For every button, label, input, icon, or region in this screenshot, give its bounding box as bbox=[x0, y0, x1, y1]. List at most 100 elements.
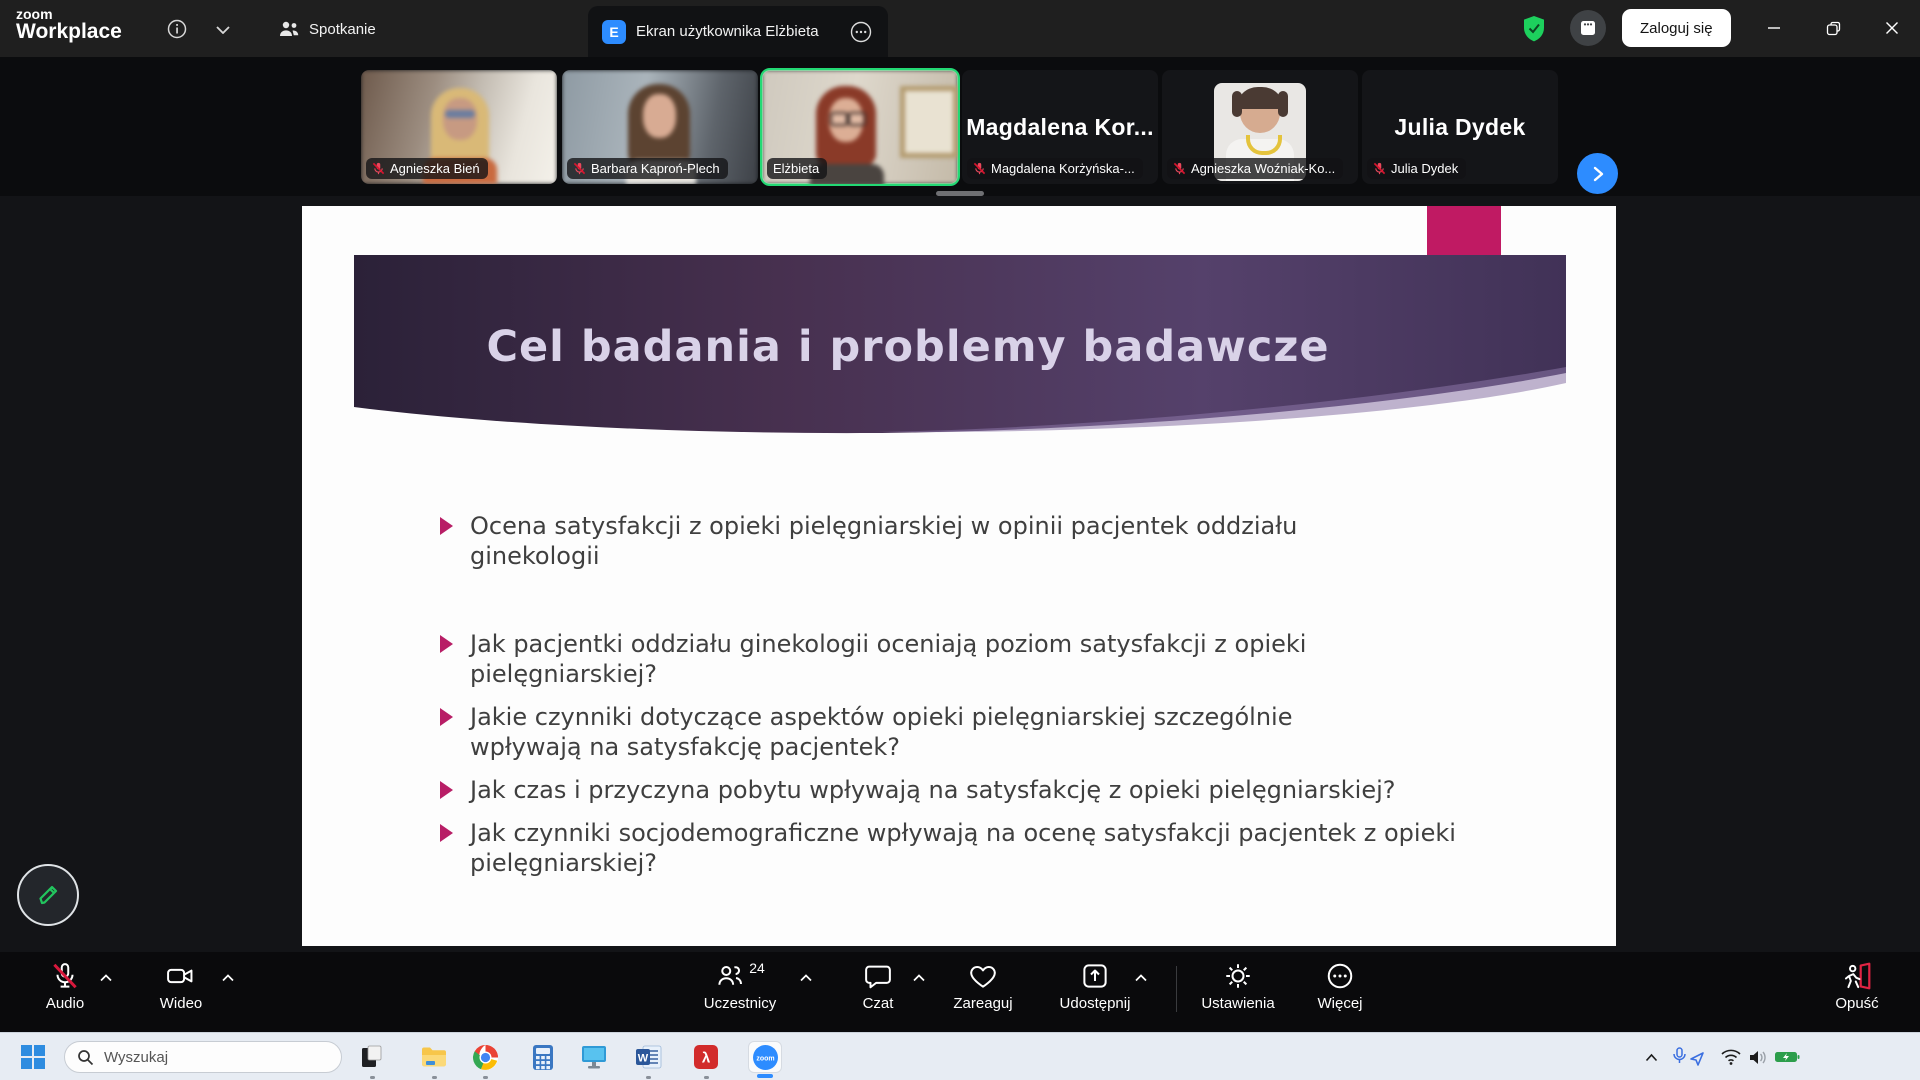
slide-bullet: Jak pacjentki oddziału ginekologii oceni… bbox=[440, 629, 1500, 689]
mic-muted-icon bbox=[973, 162, 986, 175]
video-button[interactable]: Wideo bbox=[133, 958, 229, 1024]
share-options-chevron[interactable] bbox=[1133, 970, 1149, 986]
leave-meeting-icon bbox=[1841, 958, 1873, 994]
more-button[interactable]: Więcej bbox=[1292, 958, 1388, 1024]
slide-bullet: Ocena satysfakcji z opieki pielęgniarski… bbox=[440, 511, 1500, 571]
picture-frame bbox=[900, 86, 958, 158]
battery-icon[interactable] bbox=[1770, 1041, 1804, 1073]
audio-button[interactable]: Audio bbox=[17, 958, 113, 1024]
file-explorer-icon[interactable] bbox=[417, 1041, 451, 1073]
settings-button[interactable]: Ustawienia bbox=[1190, 958, 1286, 1024]
slide-bullet: Jak czas i przyczyna pobytu wpływają na … bbox=[440, 775, 1500, 805]
zoom-app-icon[interactable]: zoom bbox=[748, 1041, 782, 1073]
bullet-triangle-icon bbox=[440, 781, 453, 799]
mic-muted-icon bbox=[1373, 162, 1386, 175]
participant-name: Barbara Kaproń-Plech bbox=[591, 161, 720, 176]
participant-name-pill: Barbara Kaproń-Plech bbox=[567, 158, 728, 179]
participants-icon bbox=[278, 20, 300, 38]
annotate-button[interactable] bbox=[17, 864, 79, 926]
chevron-right-icon bbox=[1590, 166, 1606, 182]
video-strip: Agnieszka Bień Barbara Kaproń-Plech bbox=[0, 57, 1920, 196]
participant-name: Elżbieta bbox=[773, 161, 819, 176]
share-screen-button[interactable]: Udostępnij bbox=[1047, 958, 1143, 1024]
video-tile-no-video[interactable]: Julia Dydek Julia Dydek bbox=[1362, 70, 1558, 184]
video-tile-active-speaker[interactable]: Elżbieta bbox=[762, 70, 958, 184]
participants-options-chevron[interactable] bbox=[798, 970, 814, 986]
minimize-button[interactable] bbox=[1752, 6, 1796, 50]
tray-mic-location-icons[interactable] bbox=[1668, 1041, 1712, 1073]
active-app-indicator bbox=[757, 1074, 773, 1078]
video-tile[interactable]: Barbara Kaproń-Plech bbox=[562, 70, 758, 184]
heart-icon bbox=[968, 958, 998, 994]
sign-in-button[interactable]: Zaloguj się bbox=[1622, 9, 1731, 47]
audio-options-chevron[interactable] bbox=[98, 970, 114, 986]
word-icon[interactable]: W bbox=[631, 1041, 665, 1073]
participant-name: Julia Dydek bbox=[1391, 161, 1458, 176]
svg-text:λ: λ bbox=[702, 1050, 711, 1067]
participant-name: Agnieszka Woźniak-Ko... bbox=[1191, 161, 1335, 176]
tray-chevron-up-icon[interactable] bbox=[1634, 1041, 1668, 1073]
chevron-down-icon[interactable] bbox=[208, 14, 238, 44]
mic-muted-icon bbox=[50, 958, 80, 994]
mic-muted-icon bbox=[1173, 162, 1186, 175]
restore-button[interactable] bbox=[1811, 6, 1855, 50]
title-bar: zoom Workplace Spotkanie E Ekran użytkow… bbox=[0, 0, 1920, 57]
tab-options-icon[interactable] bbox=[848, 19, 874, 45]
apps-icon[interactable] bbox=[1570, 10, 1606, 46]
participants-icon: 24 bbox=[715, 958, 765, 994]
leave-button[interactable]: Opuść bbox=[1809, 958, 1905, 1024]
chat-button[interactable]: Czat bbox=[830, 958, 926, 1024]
participant-name-pill: Agnieszka Bień bbox=[366, 158, 488, 179]
chrome-icon[interactable] bbox=[468, 1041, 502, 1073]
presentation-slide: Cel badania i problemy badawcze Ocena sa… bbox=[302, 206, 1616, 946]
tab-meeting[interactable]: Spotkanie bbox=[268, 12, 386, 46]
search-icon bbox=[77, 1049, 94, 1066]
task-view-app-icon[interactable] bbox=[355, 1041, 389, 1073]
participant-name-pill: Magdalena Korżyńska-... bbox=[967, 158, 1143, 179]
shared-screen-stage: Cel badania i problemy badawcze Ocena sa… bbox=[0, 196, 1920, 952]
participant-name-pill: Elżbieta bbox=[767, 158, 827, 179]
participant-name-pill: Agnieszka Woźniak-Ko... bbox=[1167, 158, 1343, 179]
svg-text:W: W bbox=[637, 1053, 648, 1065]
running-indicator bbox=[432, 1076, 437, 1079]
react-button[interactable]: Zareaguj bbox=[935, 958, 1031, 1024]
participant-name: Agnieszka Bień bbox=[390, 161, 480, 176]
search-input[interactable] bbox=[102, 1048, 306, 1067]
tab-screen-share-label: Ekran użytkownika Elżbieta bbox=[636, 23, 838, 40]
taskbar-search[interactable] bbox=[64, 1041, 342, 1073]
bullet-triangle-icon bbox=[440, 824, 453, 842]
mic-muted-icon bbox=[573, 162, 586, 175]
video-tile[interactable]: Agnieszka Bień bbox=[361, 70, 557, 184]
windows-taskbar: W λ zoom 16:24 17.03.2026 bbox=[0, 1032, 1920, 1080]
chat-icon bbox=[863, 958, 893, 994]
tab-screen-share[interactable]: E Ekran użytkownika Elżbieta bbox=[588, 6, 888, 57]
chat-options-chevron[interactable] bbox=[911, 970, 927, 986]
bullet-triangle-icon bbox=[440, 635, 453, 653]
info-icon[interactable] bbox=[162, 14, 192, 44]
video-tile-no-video[interactable]: Magdalena Kor... Magdalena Korżyńska-... bbox=[962, 70, 1158, 184]
close-button[interactable] bbox=[1870, 6, 1914, 50]
svg-text:zoom: zoom bbox=[756, 1055, 774, 1062]
next-participants-button[interactable] bbox=[1577, 153, 1618, 194]
security-shield-icon[interactable] bbox=[1519, 14, 1549, 44]
remote-desktop-icon[interactable] bbox=[577, 1041, 611, 1073]
participants-count: 24 bbox=[749, 960, 765, 976]
mic-muted-icon bbox=[372, 162, 385, 175]
bullet-triangle-icon bbox=[440, 708, 453, 726]
zoom-workplace-window: zoom Workplace Spotkanie E Ekran użytkow… bbox=[0, 0, 1920, 1080]
toolbar-divider bbox=[1176, 966, 1177, 1012]
running-indicator bbox=[370, 1076, 375, 1079]
more-ellipsis-icon bbox=[1325, 958, 1355, 994]
camera-icon bbox=[165, 958, 197, 994]
windows-logo-icon bbox=[20, 1044, 46, 1070]
participants-button[interactable]: 24 Uczestnicy bbox=[692, 958, 788, 1024]
calculator-icon[interactable] bbox=[526, 1041, 560, 1073]
tab-meeting-label: Spotkanie bbox=[309, 21, 376, 38]
running-indicator bbox=[704, 1076, 709, 1079]
screen-share-badge: E bbox=[602, 20, 626, 44]
pencil-icon bbox=[34, 881, 62, 909]
video-options-chevron[interactable] bbox=[220, 970, 236, 986]
start-button[interactable] bbox=[16, 1042, 50, 1072]
video-tile-avatar[interactable]: Agnieszka Woźniak-Ko... bbox=[1162, 70, 1358, 184]
acrobat-icon[interactable]: λ bbox=[689, 1041, 723, 1073]
